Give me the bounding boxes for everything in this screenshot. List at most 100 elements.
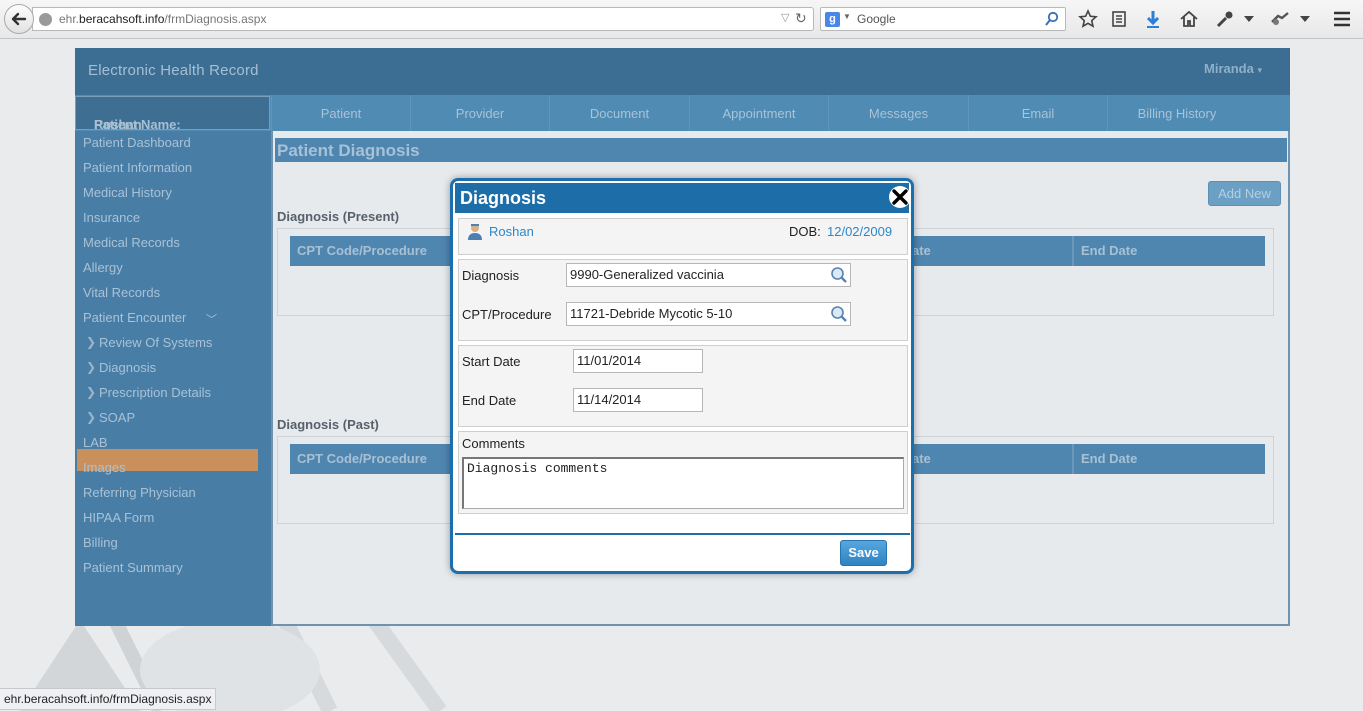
start-date-label: Start Date: [462, 354, 521, 369]
sidebar-item-images[interactable]: Images: [83, 460, 126, 475]
chevron-right-icon: ❯: [86, 335, 97, 349]
sidebar-item-soap[interactable]: SOAP: [99, 410, 135, 425]
dialog-title-bar: Diagnosis: [455, 183, 911, 213]
close-icon: [892, 189, 908, 205]
sidebar-item-medical-records[interactable]: Medical Records: [83, 235, 180, 250]
comments-panel: Comments Diagnosis comments: [458, 431, 908, 514]
column-header-cpt[interactable]: CPT Code/Procedure: [297, 451, 427, 466]
search-placeholder: Google: [857, 12, 896, 26]
back-button[interactable]: [4, 4, 34, 34]
dob-label: DOB:: [789, 224, 821, 239]
tab-document[interactable]: Document: [549, 95, 689, 131]
sidebar-item-patient-information[interactable]: Patient Information: [83, 160, 192, 175]
search-icon[interactable]: [830, 266, 848, 284]
sidebar-item-diagnosis[interactable]: Diagnosis: [99, 360, 156, 375]
back-arrow-icon: [11, 12, 27, 26]
page-title-bar: Patient Diagnosis: [275, 138, 1287, 162]
patient-info-panel: Roshan DOB: 12/02/2009: [458, 218, 908, 255]
chevron-down-icon[interactable]: ﹀: [206, 311, 217, 327]
diagnosis-panel: Diagnosis 9990-Generalized vaccinia CPT/…: [458, 259, 908, 341]
sidebar-item-allergy[interactable]: Allergy: [83, 260, 123, 275]
tab-messages[interactable]: Messages: [828, 95, 968, 131]
search-bar[interactable]: g ▼ Google: [820, 7, 1066, 31]
past-section-label: Diagnosis (Past): [277, 417, 379, 432]
save-button[interactable]: Save: [840, 540, 887, 566]
comments-textarea[interactable]: Diagnosis comments: [462, 457, 904, 509]
tab-appointment[interactable]: Appointment: [689, 95, 828, 131]
add-new-button[interactable]: Add New: [1208, 181, 1281, 206]
search-icon[interactable]: [1044, 11, 1060, 27]
column-header-end-date[interactable]: End Date: [1081, 451, 1137, 466]
present-section-label: Diagnosis (Present): [277, 209, 400, 224]
status-bar-url: ehr.beracahsoft.info/frmDiagnosis.aspx: [0, 688, 217, 710]
comments-label: Comments: [462, 436, 525, 451]
chevron-right-icon: ❯: [86, 410, 97, 424]
patient-name-box: Patient Name: Roshan: [75, 96, 270, 132]
sidebar-item-lab[interactable]: LAB: [83, 435, 108, 450]
dropdown-arrow-icon[interactable]: [1240, 7, 1258, 31]
reload-icon[interactable]: ↻: [795, 10, 807, 27]
cpt-procedure-label: CPT/Procedure: [462, 307, 552, 322]
search-icon[interactable]: [830, 305, 848, 323]
addon-dropdown-icon[interactable]: [1296, 7, 1314, 31]
tab-billing-history[interactable]: Billing History: [1107, 95, 1246, 131]
sidebar: Patient Dashboard Patient Information Me…: [75, 131, 271, 626]
close-button[interactable]: [889, 186, 911, 208]
diagnosis-value: 9990-Generalized vaccinia: [570, 267, 724, 282]
sidebar-item-patient-encounter[interactable]: Patient Encounter: [83, 310, 186, 325]
engine-dropdown-icon[interactable]: ▼: [843, 12, 851, 21]
sidebar-item-vital-records[interactable]: Vital Records: [83, 285, 160, 300]
browser-toolbar: ehr.beracahsoft.info/frmDiagnosis.aspx ▽…: [0, 0, 1363, 39]
cpt-procedure-value: 11721-Debride Mycotic 5-10: [570, 306, 733, 321]
google-icon: g: [825, 12, 840, 27]
user-name: Miranda: [1204, 61, 1254, 76]
patient-name-link[interactable]: Roshan: [489, 224, 534, 239]
url-text[interactable]: ehr.beracahsoft.info/frmDiagnosis.aspx: [59, 12, 266, 26]
cpt-procedure-field[interactable]: 11721-Debride Mycotic 5-10: [566, 302, 851, 326]
diagnosis-field[interactable]: 9990-Generalized vaccinia: [566, 263, 851, 287]
main-navbar: Patient Name: Roshan Patient Provider Do…: [75, 95, 1290, 132]
sidebar-item-medical-history[interactable]: Medical History: [83, 185, 172, 200]
user-menu[interactable]: Miranda ▾: [1204, 61, 1262, 76]
bookmarks-list-icon[interactable]: [1107, 7, 1131, 31]
sidebar-item-referring-physician[interactable]: Referring Physician: [83, 485, 196, 500]
history-dropdown-icon[interactable]: ▽: [781, 11, 789, 24]
sidebar-item-billing[interactable]: Billing: [83, 535, 118, 550]
tab-email[interactable]: Email: [968, 95, 1107, 131]
patient-avatar-icon: [468, 224, 482, 240]
bookmark-star-icon[interactable]: [1076, 7, 1100, 31]
column-divider: [1072, 236, 1074, 266]
sidebar-item-patient-summary[interactable]: Patient Summary: [83, 560, 183, 575]
sidebar-item-patient-dashboard[interactable]: Patient Dashboard: [83, 135, 191, 150]
diagnosis-dialog: Diagnosis Roshan DOB: 12/02/2009 Diagnos…: [450, 178, 914, 574]
chevron-right-icon: ❯: [86, 385, 97, 399]
tab-patient[interactable]: Patient: [271, 95, 410, 131]
addon-icon[interactable]: [1268, 7, 1292, 31]
developer-tools-icon[interactable]: [1213, 7, 1237, 31]
globe-icon: [39, 13, 52, 26]
dialog-title: Diagnosis: [460, 188, 547, 208]
menu-icon[interactable]: [1330, 7, 1354, 31]
diagnosis-label: Diagnosis: [462, 268, 520, 283]
column-header-start-date[interactable]: ate: [912, 451, 931, 466]
sidebar-item-review-of-systems[interactable]: Review Of Systems: [99, 335, 212, 350]
column-header-start-date[interactable]: ate: [912, 243, 931, 258]
column-header-end-date[interactable]: End Date: [1081, 243, 1137, 258]
home-icon[interactable]: [1177, 7, 1201, 31]
address-bar[interactable]: ehr.beracahsoft.info/frmDiagnosis.aspx ▽…: [32, 7, 814, 31]
sidebar-item-hipaa-form[interactable]: HIPAA Form: [83, 510, 154, 525]
start-date-field[interactable]: 11/01/2014: [573, 349, 703, 373]
app-header: Electronic Health Record Miranda ▾: [75, 48, 1290, 95]
dob-value: 12/02/2009: [827, 224, 893, 239]
tab-provider[interactable]: Provider: [410, 95, 549, 131]
downloads-icon[interactable]: [1141, 7, 1165, 31]
page-title: Patient Diagnosis: [277, 141, 420, 160]
column-header-cpt[interactable]: CPT Code/Procedure: [297, 243, 427, 258]
patient-name-value: Roshan: [94, 117, 142, 132]
sidebar-item-prescription-details[interactable]: Prescription Details: [99, 385, 211, 400]
sidebar-item-insurance[interactable]: Insurance: [83, 210, 140, 225]
app-title: Electronic Health Record: [88, 62, 259, 79]
dialog-footer-divider: [455, 533, 910, 535]
end-date-field[interactable]: 11/14/2014: [573, 388, 703, 412]
dates-panel: Start Date 11/01/2014 End Date 11/14/201…: [458, 345, 908, 427]
